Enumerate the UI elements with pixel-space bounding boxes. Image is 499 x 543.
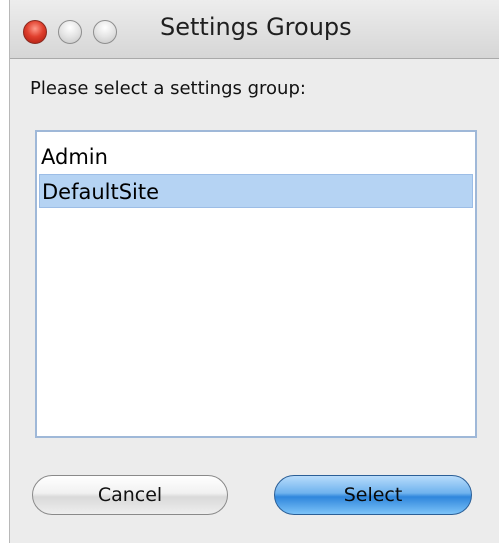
close-window-icon[interactable] <box>23 20 47 44</box>
settings-group-list[interactable]: Admin DefaultSite <box>35 130 477 438</box>
cancel-button[interactable]: Cancel <box>32 475 228 515</box>
minimize-window-icon[interactable] <box>58 20 82 44</box>
list-item-admin[interactable]: Admin <box>37 140 475 174</box>
select-prompt-label: Please select a settings group: <box>30 78 306 99</box>
select-button[interactable]: Select <box>274 475 472 515</box>
title-bar[interactable]: Settings Groups <box>10 0 499 59</box>
settings-groups-window: Settings Groups Please select a settings… <box>9 0 499 543</box>
list-item-defaultsite[interactable]: DefaultSite <box>39 174 473 208</box>
window-title: Settings Groups <box>160 13 352 41</box>
zoom-window-icon[interactable] <box>93 20 117 44</box>
